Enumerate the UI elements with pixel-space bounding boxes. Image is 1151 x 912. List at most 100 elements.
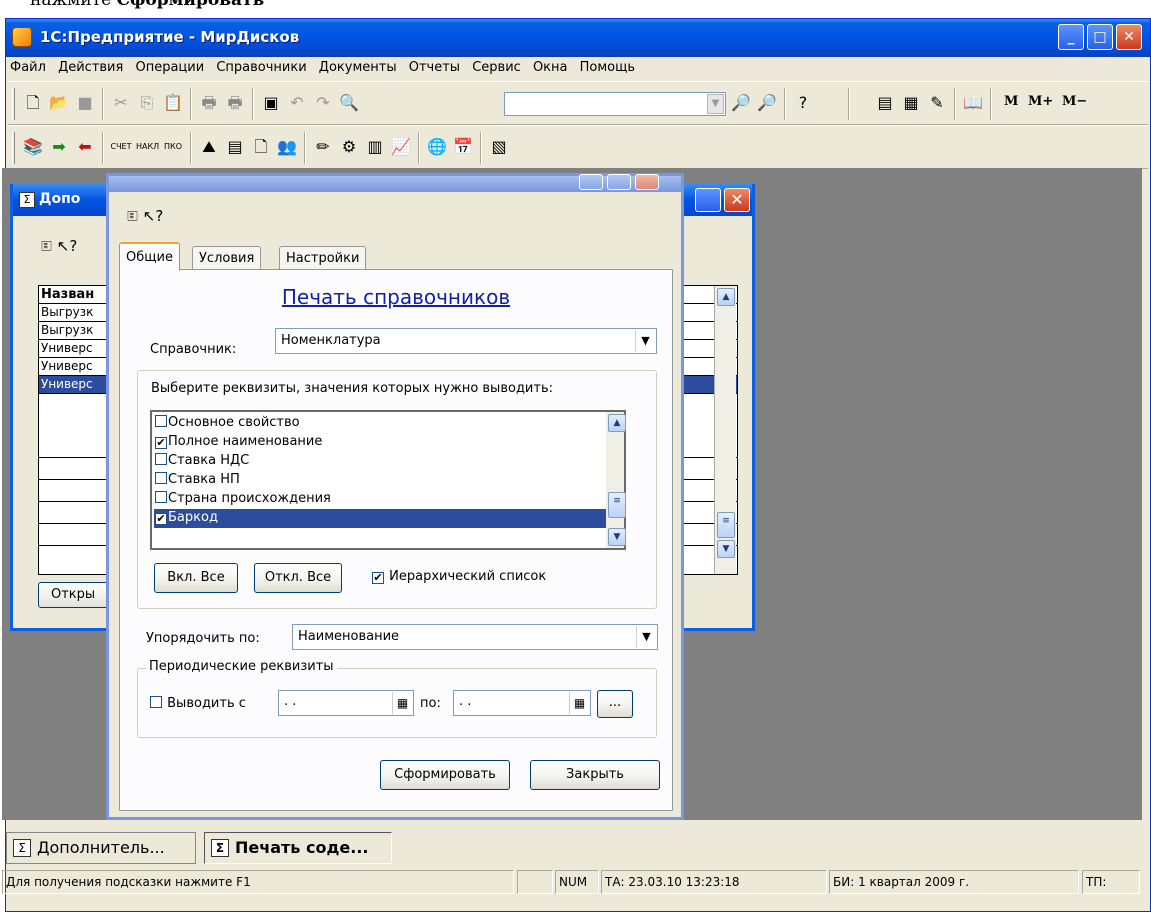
calendar-icon[interactable]: ▦ [569,692,589,714]
report-icon[interactable]: ▥ [364,136,386,158]
books-icon[interactable]: 📚 [22,136,44,158]
tab-settings[interactable]: Настройки [279,246,367,270]
tab-general[interactable]: Общие [119,242,180,271]
pko-icon[interactable]: ПКО [162,136,184,158]
open-folder-icon[interactable]: 📂 [48,92,70,114]
close-dialog-button[interactable]: Закрыть [530,760,660,790]
date-from-field[interactable]: . . ▦ [278,690,414,716]
toolbar-grip[interactable] [12,88,15,120]
checkbox[interactable] [155,453,167,465]
pencil-icon[interactable]: ✏ [312,136,334,158]
find-icon[interactable]: 🔍 [338,92,360,114]
memory-minus-button[interactable]: M− [1062,94,1087,109]
print-preview-icon[interactable]: 🖶 [224,92,246,114]
menu-documents[interactable]: Документы [315,57,401,75]
save-icon[interactable]: ■ [74,92,96,114]
print-catalogs-dialog[interactable]: 🗉 ↖? Общие Условия Настройки Печать спра… [106,173,684,820]
list-item[interactable]: Страна происхождения [154,490,608,509]
menu-operations[interactable]: Операции [131,57,208,75]
additional-window-maximize-button[interactable] [695,188,721,212]
attributes-scrollbar[interactable]: ▲ ≡ ▼ [606,412,626,548]
checkbox[interactable] [150,696,162,708]
hierarchical-checkbox-row[interactable]: ✔ Иерархический список [372,569,546,584]
list-item[interactable]: Ставка НП [154,471,608,490]
scroll-up-icon[interactable]: ▲ [717,288,735,306]
memory-plus-button[interactable]: M+ [1028,94,1053,109]
tab-conditions[interactable]: Условия [192,246,262,270]
additional-window-close-button[interactable]: ✕ [724,188,750,212]
scroll-down-icon[interactable]: ▼ [717,540,735,558]
task-additional-window[interactable]: Σ Дополнитель... [6,832,196,864]
help-icon[interactable]: 🗉 [41,237,52,255]
menu-help[interactable]: Помощь [576,57,639,75]
checkbox[interactable] [155,472,167,484]
deselect-all-button[interactable]: Откл. Все [254,563,342,593]
toolbar-grip-2[interactable] [12,132,15,164]
cut-icon[interactable]: ✂ [110,92,132,114]
checkbox-checked[interactable]: ✔ [155,437,167,449]
calendar-icon[interactable]: ▦ [900,92,922,114]
document-icon[interactable]: 🗋 [250,136,272,158]
menu-service[interactable]: Сервис [468,57,525,75]
paste-icon[interactable]: 📋 [162,92,184,114]
tools-icon[interactable]: ⚙ [338,136,360,158]
calendar-day-icon[interactable]: 📅 [452,136,474,158]
waybill-icon[interactable]: НАКЛ [136,136,159,158]
register-icon[interactable]: ▤ [224,136,246,158]
list-item[interactable]: Основное свойство [154,414,608,433]
scroll-down-icon[interactable]: ▼ [608,528,626,546]
redo-icon[interactable]: ↷ [312,92,334,114]
generate-button[interactable]: Сформировать [380,760,510,790]
menu-catalogs[interactable]: Справочники [212,57,310,75]
globe-icon[interactable]: 🌐 [426,136,448,158]
output-from-checkbox-row[interactable]: Выводить с [150,696,246,711]
date-to-field[interactable]: . . ▦ [453,690,591,716]
list-item[interactable]: ✔ Полное наименование [154,433,608,452]
task-print-window[interactable]: Σ Печать соде... [204,832,392,864]
export-icon[interactable]: ▧ [488,136,510,158]
search-combo[interactable]: ▼ [504,92,726,116]
dialog-minimize-button[interactable] [579,174,603,190]
scroll-thumb[interactable]: ≡ [717,512,735,538]
scroll-up-icon[interactable]: ▲ [608,414,626,432]
find-next-icon[interactable]: 🔎 [730,92,752,114]
checkbox[interactable] [155,491,167,503]
memory-button[interactable]: M [1004,94,1018,109]
table-scrollbar[interactable]: ▲ ≡ ▼ [714,286,736,574]
chevron-down-icon[interactable]: ▼ [635,330,655,352]
context-help-icon[interactable]: ↖? [57,237,78,255]
checkbox[interactable] [155,415,167,427]
properties-icon[interactable]: ▣ [260,92,282,114]
menu-actions[interactable]: Действия [54,57,127,75]
chevron-down-icon[interactable]: ▼ [636,626,656,648]
help-icon[interactable]: 🗉 [127,207,138,225]
context-help-icon[interactable]: ↖? [143,207,164,225]
scroll-thumb[interactable]: ≡ [608,492,626,518]
undo-icon[interactable]: ↶ [286,92,308,114]
chevron-down-icon[interactable]: ▼ [707,94,724,114]
users-icon[interactable]: 👥 [276,136,298,158]
outgoing-icon[interactable]: ⬅ [74,136,96,158]
copy-icon[interactable]: ⎘ [136,92,158,114]
minimize-button[interactable]: _ [1058,24,1084,50]
list-item-selected[interactable]: ✔ Баркод [154,509,608,528]
menu-file[interactable]: Файл [6,57,50,75]
order-select[interactable]: Наименование ▼ [292,624,658,650]
book-icon[interactable]: 📖 [962,92,984,114]
help-icon[interactable]: ? [792,92,814,114]
new-document-icon[interactable]: 🗋 [22,92,44,114]
period-button[interactable]: ... [597,690,633,718]
dialog-close-button[interactable] [635,174,659,190]
warehouse-icon[interactable]: ⛰ [198,136,220,158]
maximize-button[interactable]: □ [1087,24,1113,50]
dialog-maximize-button[interactable] [607,174,631,190]
attributes-list[interactable]: Основное свойство ✔ Полное наименование С… [150,410,626,550]
menu-reports[interactable]: Отчеты [405,57,464,75]
menu-windows[interactable]: Окна [529,57,572,75]
calculator-icon[interactable]: ▤ [874,92,896,114]
invoice-icon[interactable]: СЧЕТ [110,136,132,158]
checkbox-checked[interactable]: ✔ [155,513,167,525]
list-item[interactable]: Ставка НДС [154,452,608,471]
checkbox-checked[interactable]: ✔ [372,572,384,584]
notes-icon[interactable]: ✎ [926,92,948,114]
